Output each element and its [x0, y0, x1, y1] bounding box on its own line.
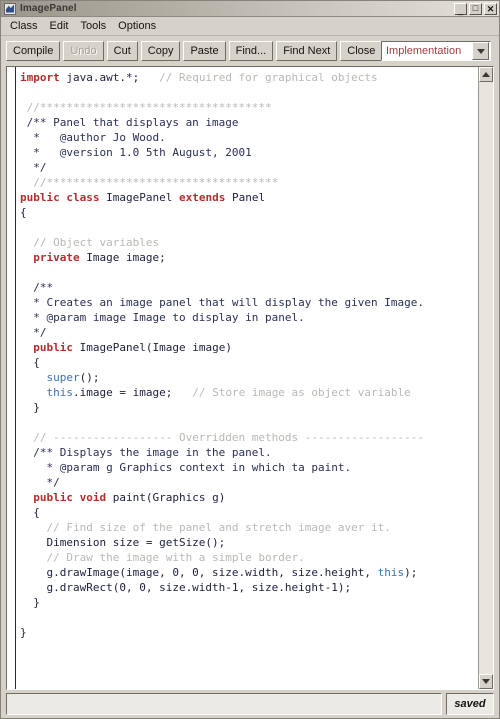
code-line: //***********************************	[20, 101, 272, 114]
code-line: /** Panel that displays an image	[20, 116, 239, 129]
code-line: {	[20, 506, 40, 519]
close-button[interactable]: Close	[340, 41, 383, 61]
scroll-down-arrow[interactable]	[479, 674, 493, 689]
find-next-button[interactable]: Find Next	[276, 41, 338, 61]
code-line: * @version 1.0 5th August, 2001	[20, 146, 252, 159]
copy-button[interactable]: Copy	[140, 41, 181, 61]
scroll-up-arrow[interactable]	[479, 67, 493, 82]
code-line: * @param g Graphics context in which ta …	[20, 461, 352, 474]
bluej-class-icon	[4, 2, 16, 15]
code-line: {	[20, 206, 27, 219]
close-icon: ✕	[486, 3, 495, 14]
status-bar: saved	[1, 690, 499, 718]
code-line: * @param image Image to display in panel…	[20, 311, 305, 324]
find-button[interactable]: Find...	[228, 41, 274, 61]
code-line: super();	[46, 371, 100, 384]
code-line: }	[20, 596, 40, 609]
code-line: public ImagePanel(Image image)	[33, 341, 232, 354]
paste-button[interactable]: Paste	[183, 41, 226, 61]
code-line: g.drawRect(0, 0, size.width-1, size.heig…	[20, 581, 352, 594]
code-line: g.drawImage(image, 0, 0, size.width, siz…	[20, 566, 418, 579]
view-selector-value: Implementation	[386, 45, 462, 57]
code-text-area[interactable]: import java.awt.*; // Required for graph…	[16, 67, 478, 689]
code-line: Dimension size = getSize();	[20, 536, 226, 549]
code-line: public void paint(Graphics g)	[33, 491, 226, 504]
close-window-button[interactable]: ✕	[484, 2, 497, 15]
compile-button[interactable]: Compile	[6, 41, 61, 61]
code-line: //***********************************	[20, 176, 279, 189]
status-message	[6, 693, 442, 715]
code-line: */	[20, 326, 47, 339]
code-line: private Image image;	[33, 251, 166, 264]
menu-item-options[interactable]: Options	[114, 19, 164, 33]
code-line: */	[20, 476, 60, 489]
imagepanel-editor-window: ImagePanel _ □ ✕ Class Edit Tools Option…	[0, 0, 500, 719]
cut-button[interactable]: Cut	[106, 41, 138, 61]
menu-item-edit[interactable]: Edit	[46, 19, 77, 33]
code-line: }	[20, 626, 27, 639]
code-line: /**	[20, 281, 54, 294]
editor-vertical-scrollbar[interactable]	[478, 67, 493, 689]
code-line: /** Displays the image in the panel.	[20, 446, 272, 459]
menu-item-class[interactable]: Class	[6, 19, 46, 33]
code-line: import java.awt.*; // Required for graph…	[20, 71, 378, 84]
code-line: // ------------------ Overridden methods…	[20, 431, 424, 444]
maximize-button[interactable]: □	[469, 2, 482, 15]
editor-gutter	[7, 67, 16, 689]
code-line: * Creates an image panel that will displ…	[20, 296, 424, 309]
window-controls: _ □ ✕	[454, 2, 497, 16]
code-editor[interactable]: import java.awt.*; // Required for graph…	[6, 66, 494, 690]
menu-item-tools[interactable]: Tools	[76, 19, 114, 33]
maximize-icon: □	[472, 2, 479, 13]
code-line: */	[20, 161, 47, 174]
toolbar: Compile Undo Cut Copy Paste Find... Find…	[1, 36, 499, 66]
code-line: // Object variables	[20, 236, 160, 249]
window-title: ImagePanel	[20, 3, 77, 14]
view-selector-dropdown[interactable]: Implementation	[381, 41, 491, 61]
code-line: // Find size of the panel and stretch im…	[20, 521, 391, 534]
code-line: this.image = image; // Store image as ob…	[46, 386, 411, 399]
menu-bar: Class Edit Tools Options	[1, 17, 499, 36]
minimize-icon: _	[457, 4, 464, 16]
code-line: }	[20, 401, 40, 414]
title-bar: ImagePanel _ □ ✕	[1, 1, 499, 17]
chevron-down-icon[interactable]	[472, 42, 489, 60]
code-line: {	[20, 356, 40, 369]
scrollbar-track[interactable]	[479, 82, 493, 674]
undo-button: Undo	[63, 41, 104, 61]
code-line: // Draw the image with a simple border.	[20, 551, 305, 564]
code-line: public class ImagePanel extends Panel	[20, 191, 266, 204]
status-badge: saved	[446, 693, 494, 715]
code-line: * @author Jo Wood.	[20, 131, 166, 144]
minimize-button[interactable]: _	[454, 2, 467, 16]
